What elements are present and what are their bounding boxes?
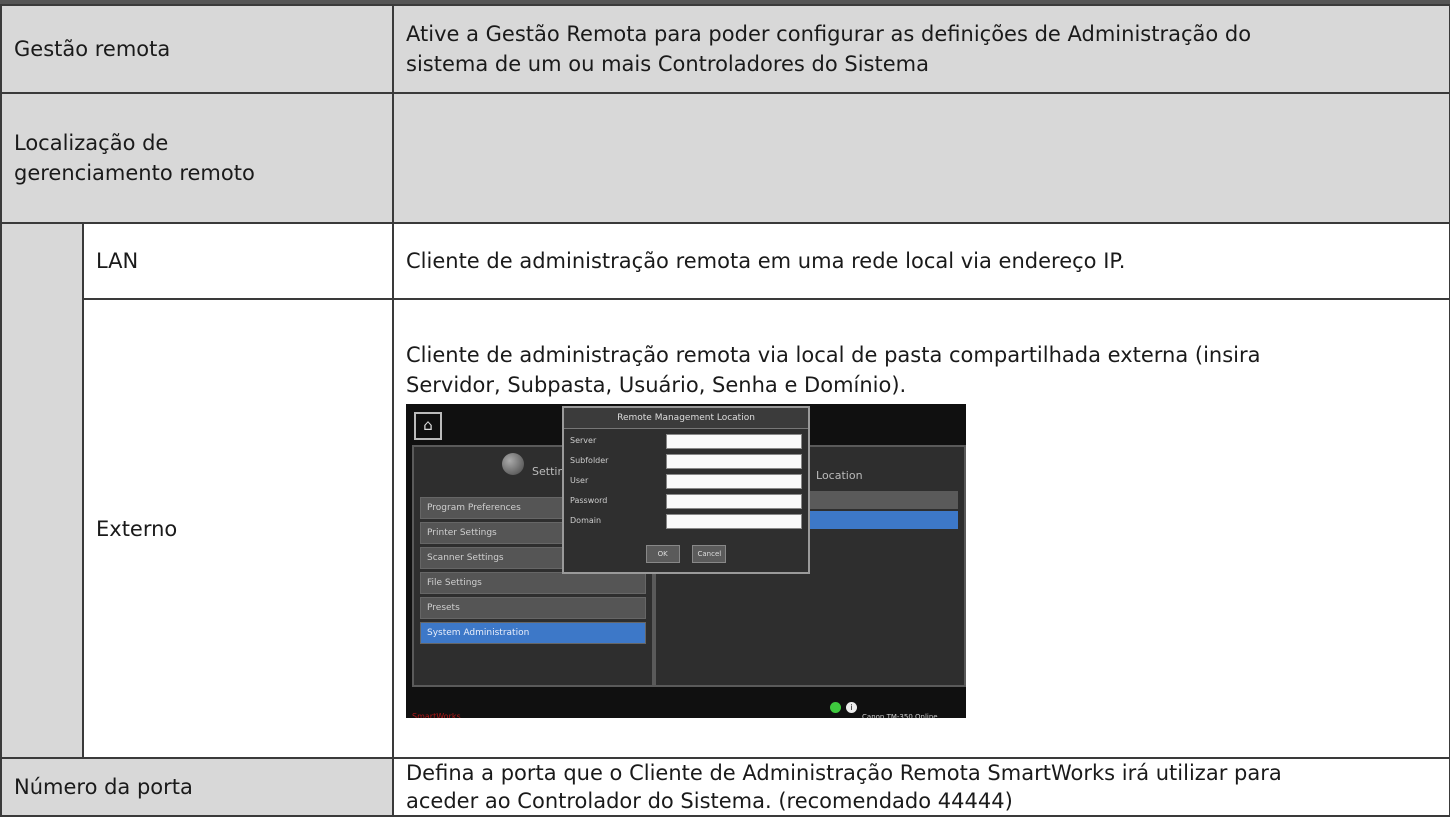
device-status: Canon TM-350 Online: [862, 712, 938, 718]
dialog-field: Password: [570, 493, 803, 509]
field-input: [666, 493, 803, 509]
table-row: Externo Cliente de administração remota …: [1, 298, 1450, 759]
label-line: gerenciamento remoto: [14, 161, 255, 185]
field-input: [666, 453, 803, 469]
indent-cell: [0, 222, 84, 759]
description-line: Ative a Gestão Remota para poder configu…: [406, 22, 1252, 46]
status-bar: SmartWorks i Canon TM-350 Online: [406, 697, 967, 718]
row-description: Ative a Gestão Remota para poder configu…: [392, 4, 1450, 94]
row-description: Defina a porta que o Cliente de Administ…: [392, 757, 1450, 817]
ok-button: OK: [645, 544, 680, 563]
field-label: User: [570, 475, 589, 485]
description-line: Defina a porta que o Cliente de Administ…: [406, 761, 1282, 785]
label-line: Localização de: [14, 131, 169, 155]
field-input: [666, 513, 803, 529]
remote-location-dialog: Remote Management Location Server Subfol…: [562, 405, 811, 574]
dialog-buttons: OK Cancel: [564, 534, 808, 564]
menu-item: File Settings: [420, 571, 647, 594]
field-label: Password: [570, 495, 608, 505]
table-row: Número da porta Defina a porta que o Cli…: [0, 757, 1450, 817]
embedded-screenshot: ⌂ Settings Program Preferences Printer S…: [406, 403, 967, 718]
row-label: LAN: [81, 222, 395, 300]
field-label: Domain: [570, 515, 602, 525]
row-label: Gestão remota: [0, 4, 395, 94]
field-input: [666, 433, 803, 449]
status-ok-icon: [830, 701, 842, 713]
row-description: [392, 92, 1450, 224]
cancel-button: Cancel: [692, 544, 727, 563]
row-description: Cliente de administração remota via loca…: [392, 298, 1450, 759]
dialog-field: Subfolder: [570, 453, 803, 469]
table-row: Gestão remota Ative a Gestão Remota para…: [0, 4, 1450, 94]
home-icon: ⌂: [414, 411, 443, 440]
info-icon: i: [846, 701, 858, 713]
row-label: Número da porta: [0, 757, 395, 817]
row-label: Localização de gerenciamento remoto: [0, 92, 395, 224]
menu-item: Presets: [420, 596, 647, 619]
row-description: Cliente de administração remota em uma r…: [392, 222, 1450, 300]
brand-logo: SmartWorks: [412, 711, 461, 718]
field-input: [666, 473, 803, 489]
description-line: aceder ao Controlador do Sistema. (recom…: [406, 789, 1013, 813]
description-line: sistema de um ou mais Controladores do S…: [406, 52, 929, 76]
dialog-title: Remote Management Location: [564, 407, 809, 429]
dialog-field: Server: [570, 433, 803, 449]
menu-item-selected: System Administration: [420, 621, 647, 644]
field-label: Subfolder: [570, 455, 609, 465]
row-label: Externo: [81, 298, 395, 759]
table-row: LAN Cliente de administração remota em u…: [0, 222, 1450, 759]
description-line: Servidor, Subpasta, Usuário, Senha e Dom…: [406, 372, 907, 397]
gear-knob-icon: [502, 452, 525, 475]
panel-title: Location: [816, 468, 863, 482]
field-label: Server: [570, 435, 597, 445]
settings-table: Gestão remota Ative a Gestão Remota para…: [0, 4, 1450, 817]
description-line: Cliente de administração remota via loca…: [406, 342, 1261, 367]
dialog-field: User: [570, 473, 803, 489]
table-row: Localização de gerenciamento remoto: [0, 92, 1450, 224]
dialog-field: Domain: [570, 513, 803, 529]
